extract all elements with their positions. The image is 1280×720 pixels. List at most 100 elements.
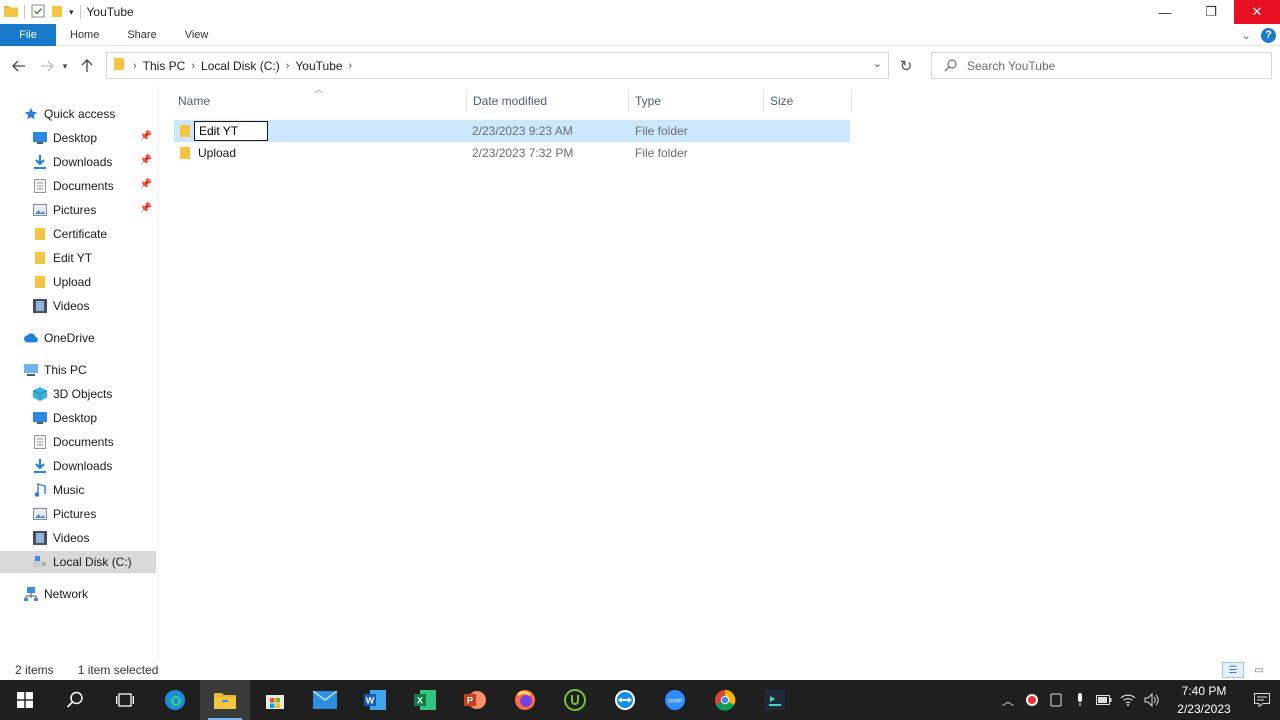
column-type[interactable]: Type <box>629 90 764 112</box>
nav-quick-upload[interactable]: Upload <box>0 271 156 293</box>
nav-pc-pictures[interactable]: Pictures <box>0 503 156 525</box>
recent-locations-chevron-icon[interactable]: ▾ <box>58 55 72 77</box>
edge-icon[interactable] <box>150 680 200 720</box>
nav-onedrive[interactable]: OneDrive <box>0 327 156 349</box>
battery-icon[interactable] <box>1092 680 1116 720</box>
pin-icon[interactable]: 📌 <box>140 131 152 142</box>
minimize-button[interactable]: — <box>1142 0 1188 24</box>
nav-quick-access[interactable]: Quick access <box>0 103 156 125</box>
crumb-separator-icon[interactable]: › <box>189 60 197 72</box>
clock[interactable]: 7:40 PM 2/23/2023 <box>1164 682 1244 718</box>
nav-pc-desktop[interactable]: Desktop <box>0 407 156 429</box>
crumb-separator-icon[interactable]: › <box>131 60 139 72</box>
address-history-chevron-icon[interactable]: ⌄ <box>873 57 882 70</box>
pane-divider[interactable] <box>158 86 159 660</box>
tab-share[interactable]: Share <box>113 24 170 46</box>
restore-button[interactable]: ❐ <box>1188 0 1234 24</box>
crumb-separator-icon[interactable]: › <box>347 60 355 72</box>
file-date-cell: 2/23/2023 7:32 PM <box>472 146 574 160</box>
back-arrow-icon <box>12 60 25 72</box>
folder-icon <box>4 5 18 20</box>
tab-view[interactable]: View <box>171 24 223 46</box>
nav-quick-edit-yt[interactable]: Edit YT <box>0 247 156 269</box>
windows-start-icon[interactable] <box>0 680 50 720</box>
folder-icon <box>33 227 47 241</box>
forward-arrow-icon <box>41 60 54 72</box>
pin-icon[interactable]: 📌 <box>140 155 152 166</box>
svg-text:zoom: zoom <box>668 699 683 705</box>
notification-center-icon[interactable] <box>1244 680 1280 720</box>
customize-toolbar-chevron-icon[interactable]: ▾ <box>69 7 74 18</box>
microphone-icon[interactable] <box>1068 680 1092 720</box>
address-bar[interactable]: › This PC › Local Disk (C:) › YouTube › … <box>106 52 889 79</box>
help-button[interactable]: ? <box>1261 27 1276 43</box>
column-date-modified[interactable]: Date modified <box>467 90 629 112</box>
forward-button[interactable] <box>36 55 58 77</box>
pin-icon[interactable]: 📌 <box>140 203 152 214</box>
chrome-icon[interactable] <box>700 680 750 720</box>
nav-quick-downloads[interactable]: Downloads 📌 <box>0 151 156 173</box>
crumb-local-disk[interactable]: Local Disk (C:) <box>197 59 284 73</box>
app-icon[interactable] <box>750 680 800 720</box>
store-icon[interactable] <box>250 680 300 720</box>
column-name[interactable]: Name <box>172 90 467 112</box>
videos-icon <box>33 299 47 313</box>
nav-quick-desktop[interactable]: Desktop 📌 <box>0 127 156 149</box>
crumb-youtube[interactable]: YouTube <box>291 59 346 73</box>
record-icon[interactable] <box>1020 680 1044 720</box>
table-row[interactable]: Upload 2/23/2023 7:32 PM File folder <box>174 142 850 164</box>
back-button[interactable] <box>8 55 30 77</box>
nav-quick-documents[interactable]: Documents 📌 <box>0 175 156 197</box>
tab-file[interactable]: File <box>0 23 56 46</box>
phone-link-icon[interactable] <box>1044 680 1068 720</box>
videos-icon <box>33 531 47 545</box>
search-box[interactable]: Search YouTube <box>931 52 1272 79</box>
nav-quick-certificate[interactable]: Certificate <box>0 223 156 245</box>
search-icon[interactable] <box>50 680 100 720</box>
nav-label: This PC <box>44 363 87 377</box>
close-button[interactable]: ✕ <box>1234 0 1280 24</box>
nav-pc-3d-objects[interactable]: 3D Objects <box>0 383 156 405</box>
nav-pc-music[interactable]: Music <box>0 479 156 501</box>
details-view-button[interactable]: ☰ <box>1222 662 1244 678</box>
table-row[interactable]: 2/23/2023 9:23 AM File folder <box>174 120 850 142</box>
mail-icon[interactable] <box>300 680 350 720</box>
crumb-separator-icon[interactable]: › <box>284 60 292 72</box>
nav-network[interactable]: Network <box>0 583 156 605</box>
search-icon <box>944 59 957 72</box>
firefox-icon[interactable] <box>500 680 550 720</box>
nav-pc-videos[interactable]: Videos <box>0 527 156 549</box>
powerpoint-icon[interactable]: P <box>450 680 500 720</box>
wifi-icon[interactable] <box>1116 680 1140 720</box>
refresh-button[interactable]: ↻ <box>892 52 920 79</box>
rename-input[interactable] <box>194 121 268 141</box>
new-folder-icon[interactable] <box>51 4 63 21</box>
file-explorer-icon[interactable] <box>200 680 250 720</box>
up-button[interactable] <box>76 55 98 77</box>
file-name-cell[interactable]: Upload <box>174 146 468 160</box>
task-view-icon[interactable] <box>100 680 150 720</box>
nav-pc-documents[interactable]: Documents <box>0 431 156 453</box>
teamviewer-icon[interactable] <box>600 680 650 720</box>
nav-quick-pictures[interactable]: Pictures 📌 <box>0 199 156 221</box>
column-size[interactable]: Size <box>764 90 852 112</box>
volume-icon[interactable] <box>1140 680 1164 720</box>
properties-icon[interactable] <box>31 4 45 21</box>
pin-icon[interactable]: 📌 <box>140 179 152 190</box>
nav-this-pc[interactable]: This PC <box>0 359 156 381</box>
nav-label: Upload <box>53 275 92 289</box>
large-icons-view-button[interactable]: ▭ <box>1248 662 1270 678</box>
nav-label: Documents <box>53 435 114 449</box>
show-hidden-icons-chevron-icon[interactable]: ︿ <box>996 680 1020 720</box>
crumb-this-pc[interactable]: This PC <box>139 59 190 73</box>
excel-icon[interactable]: X <box>400 680 450 720</box>
nav-quick-videos[interactable]: Videos <box>0 295 156 317</box>
utorrent-icon[interactable] <box>550 680 600 720</box>
expand-ribbon-chevron-icon[interactable]: ⌄ <box>1242 29 1251 42</box>
file-name-cell[interactable] <box>174 121 468 141</box>
tab-home[interactable]: Home <box>56 24 113 46</box>
nav-pc-downloads[interactable]: Downloads <box>0 455 156 477</box>
zoom-icon[interactable]: zoom <box>650 680 700 720</box>
nav-pc-local-disk[interactable]: Local Disk (C:) <box>0 551 156 573</box>
word-icon[interactable]: W <box>350 680 400 720</box>
